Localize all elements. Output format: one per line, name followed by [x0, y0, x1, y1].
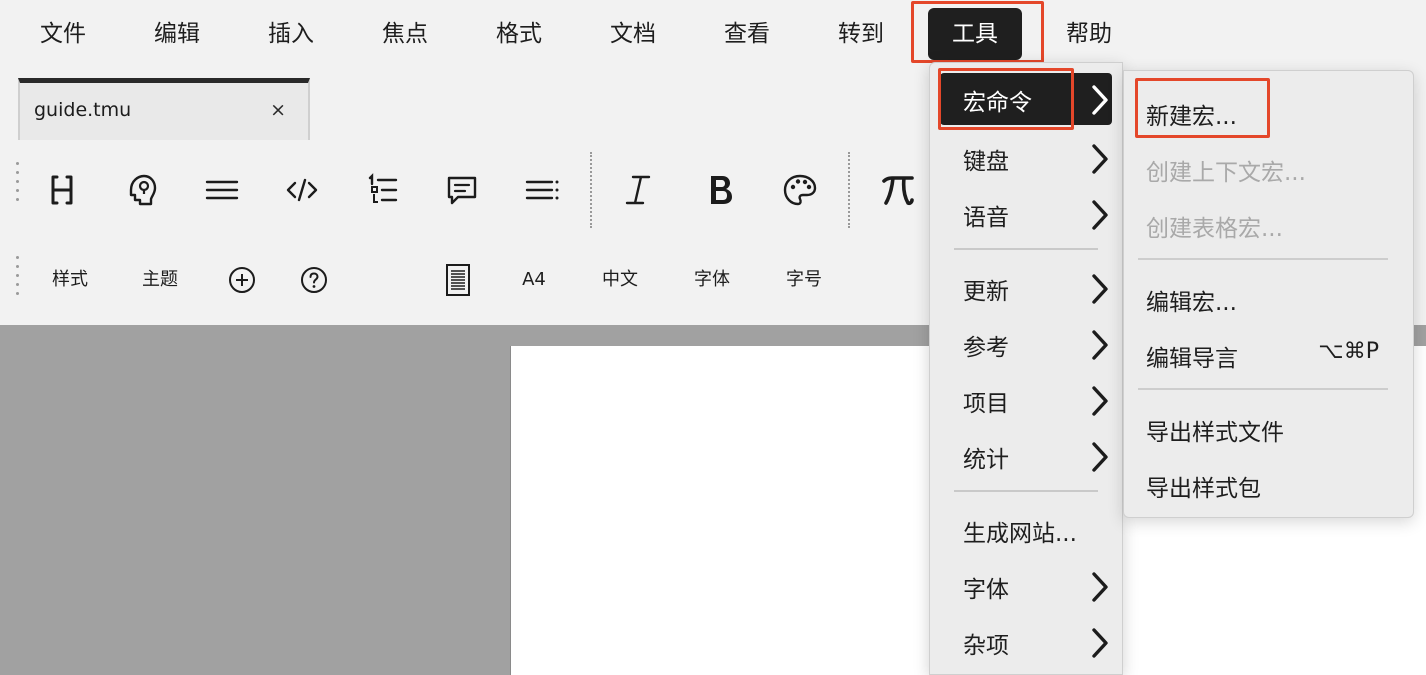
chevron-right-icon	[1092, 330, 1108, 360]
tools-dropdown: 宏命令 键盘 语音 更新 参考 项目 统计 生成网站... 字体 杂项	[929, 62, 1123, 675]
chevron-right-icon	[1092, 274, 1108, 304]
help-circle-icon	[301, 267, 327, 293]
toolbar-grip[interactable]	[16, 162, 20, 207]
font-button[interactable]: 字体	[682, 262, 742, 298]
tab-close-button[interactable]: ×	[270, 99, 286, 121]
menu-item-update[interactable]: 更新	[930, 262, 1122, 314]
theme-button[interactable]: 主题	[130, 262, 190, 298]
italic-icon[interactable]	[616, 168, 660, 212]
menu-item-label: 新建宏...	[1146, 104, 1237, 130]
menu-item-edit-preamble[interactable]: 编辑导言 ⌥⌘P	[1124, 327, 1413, 379]
menu-tools[interactable]: 工具	[928, 8, 1022, 60]
tab-label: guide.tmu	[34, 99, 132, 121]
help-button[interactable]	[298, 262, 330, 298]
menu-item-export-style-file[interactable]: 导出样式文件	[1124, 401, 1413, 453]
menu-item-label: 创建上下文宏...	[1146, 160, 1306, 186]
font-size-button[interactable]: 字号	[774, 262, 834, 298]
menu-item-label: 键盘	[963, 149, 1009, 175]
menu-item-label: 编辑宏...	[1146, 290, 1237, 316]
menu-separator	[954, 248, 1098, 250]
page-setup-button[interactable]	[444, 262, 472, 298]
menu-item-export-style-package[interactable]: 导出样式包	[1124, 457, 1413, 509]
menu-item-new-macro[interactable]: 新建宏...	[1124, 85, 1413, 137]
shortcut-label: ⌥⌘P	[1318, 339, 1379, 364]
comment-icon[interactable]	[440, 168, 484, 212]
chevron-right-icon	[1092, 144, 1108, 174]
toolbar-separator	[590, 152, 592, 228]
chevron-right-icon	[1092, 200, 1108, 230]
menu-format[interactable]: 格式	[496, 8, 542, 60]
menu-item-label: 创建表格宏...	[1146, 216, 1283, 242]
menu-goto[interactable]: 转到	[838, 8, 884, 60]
menu-item-create-context-macro: 创建上下文宏...	[1124, 141, 1413, 193]
menu-separator	[1138, 388, 1388, 390]
document-tab[interactable]: guide.tmu ×	[18, 78, 310, 140]
menu-item-label: 参考	[963, 335, 1009, 361]
menu-file[interactable]: 文件	[40, 8, 86, 60]
menu-insert[interactable]: 插入	[268, 8, 314, 60]
bold-icon[interactable]	[698, 168, 742, 212]
ordered-list-icon[interactable]	[360, 168, 404, 212]
menu-view[interactable]: 查看	[724, 8, 770, 60]
menu-item-label: 统计	[963, 447, 1009, 473]
menu-item-reference[interactable]: 参考	[930, 318, 1122, 370]
menu-item-label: 导出样式包	[1146, 476, 1261, 502]
menu-item-macros[interactable]: 宏命令	[940, 73, 1112, 125]
menu-item-misc[interactable]: 杂项	[930, 616, 1122, 668]
menu-separator	[954, 490, 1098, 492]
menu-help[interactable]: 帮助	[1066, 8, 1112, 60]
menu-item-label: 杂项	[963, 633, 1009, 659]
page-icon	[446, 264, 470, 296]
idea-icon[interactable]	[120, 168, 164, 212]
menu-item-project[interactable]: 项目	[930, 374, 1122, 426]
menu-item-label: 宏命令	[963, 90, 1032, 116]
menu-item-label: 语音	[963, 205, 1009, 231]
add-circle-icon	[229, 267, 255, 293]
menu-item-label: 项目	[963, 391, 1009, 417]
menu-item-statistics[interactable]: 统计	[930, 430, 1122, 482]
chevron-right-icon	[1092, 628, 1108, 658]
pi-icon[interactable]	[876, 168, 920, 212]
menu-item-label: 导出样式文件	[1146, 420, 1284, 446]
paragraph-icon[interactable]	[200, 168, 244, 212]
code-icon[interactable]	[280, 168, 324, 212]
menu-document[interactable]: 文档	[610, 8, 656, 60]
menu-focus[interactable]: 焦点	[382, 8, 428, 60]
toolbar-separator	[848, 152, 850, 228]
menu-item-label: 生成网站...	[963, 521, 1077, 547]
menu-separator	[1138, 258, 1388, 260]
heading-icon[interactable]	[40, 168, 84, 212]
style-button[interactable]: 样式	[40, 262, 100, 298]
menu-bar: 文件 编辑 插入 焦点 格式 文档 查看 转到 工具 帮助	[0, 0, 1426, 68]
menu-item-label: 字体	[963, 577, 1009, 603]
language-button[interactable]: 中文	[590, 262, 650, 298]
menu-edit[interactable]: 编辑	[154, 8, 200, 60]
macro-submenu: 新建宏... 创建上下文宏... 创建表格宏... 编辑宏... 编辑导言 ⌥⌘…	[1123, 70, 1414, 518]
align-icon[interactable]	[520, 168, 564, 212]
toolbar-grip[interactable]	[16, 256, 20, 301]
chevron-right-icon	[1092, 572, 1108, 602]
chevron-right-icon	[1092, 85, 1108, 115]
menu-item-fonts[interactable]: 字体	[930, 560, 1122, 612]
palette-icon[interactable]	[778, 168, 822, 212]
chevron-right-icon	[1092, 386, 1108, 416]
menu-item-generate-website[interactable]: 生成网站...	[930, 504, 1122, 556]
menu-item-edit-macro[interactable]: 编辑宏...	[1124, 271, 1413, 323]
chevron-right-icon	[1092, 442, 1108, 472]
menu-item-speech[interactable]: 语音	[930, 188, 1122, 240]
menu-item-label: 更新	[963, 279, 1009, 305]
menu-item-create-table-macro: 创建表格宏...	[1124, 197, 1413, 249]
page-size-button[interactable]: A4	[510, 262, 558, 298]
menu-item-keyboard[interactable]: 键盘	[930, 132, 1122, 184]
menu-item-label: 编辑导言	[1146, 346, 1238, 372]
add-button[interactable]	[226, 262, 258, 298]
